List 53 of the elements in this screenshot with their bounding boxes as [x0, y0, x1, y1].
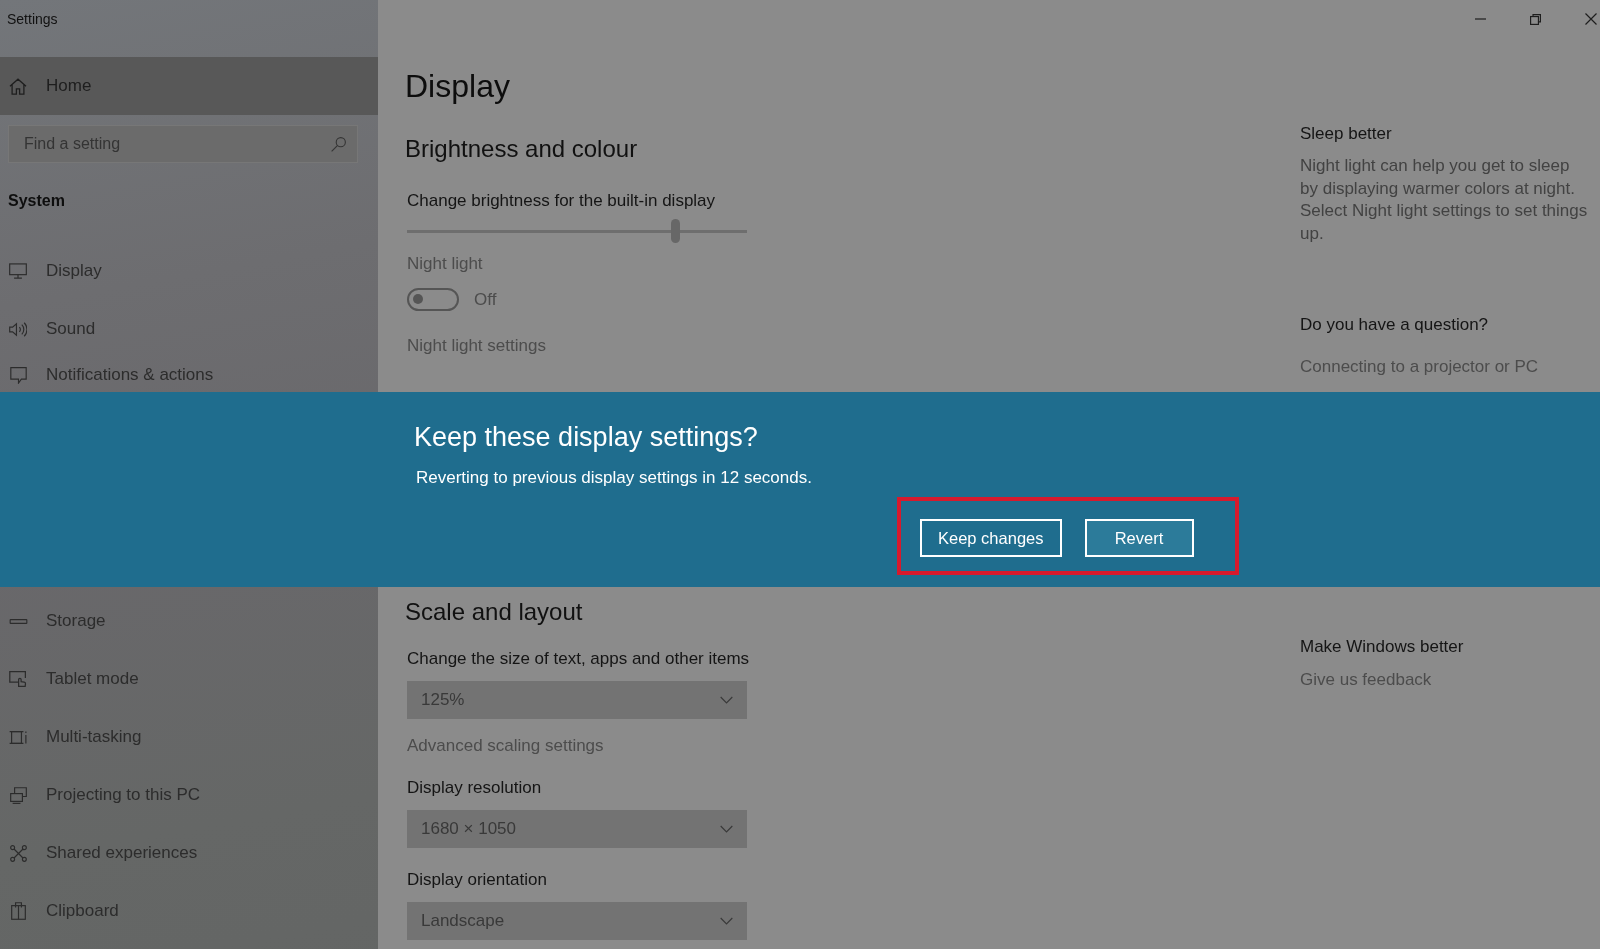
aside-heading: Sleep better [1300, 124, 1392, 144]
dropdown[interactable]: 1680 × 1050 [407, 810, 747, 848]
close-icon[interactable] [1585, 13, 1597, 25]
clipboard-icon [10, 902, 26, 920]
speaker-icon [9, 321, 27, 337]
panels-icon [9, 730, 27, 744]
section-heading: Brightness and colour [405, 134, 638, 164]
page-title: Display [405, 67, 510, 106]
nav-item[interactable]: Projecting to this PC [0, 766, 378, 824]
tablet-touch-icon [9, 671, 27, 687]
chevron-down-icon [720, 825, 733, 833]
nav-item[interactable]: Shared experiences [0, 824, 378, 882]
aside-heading: Make Windows better [1300, 637, 1464, 657]
section-heading: Scale and layout [405, 597, 583, 627]
monitor-icon [9, 263, 27, 279]
dropdown[interactable]: Landscape [407, 902, 747, 940]
chevron-down-icon [720, 917, 733, 925]
field-label: Display resolution [407, 778, 542, 798]
home-icon [9, 77, 27, 95]
field-label: Change brightness for the built-in display [407, 191, 716, 211]
chevron-down-icon [720, 696, 733, 704]
nav-item[interactable]: Display [0, 242, 378, 300]
dropdown[interactable]: 125% [407, 681, 747, 719]
speech-bubble-icon [9, 366, 27, 384]
connected-nodes-icon [9, 844, 27, 862]
nav-item[interactable]: Storage [0, 592, 378, 650]
nav-item[interactable]: Sound [0, 300, 378, 358]
nav-item[interactable]: Notifications & actions [0, 358, 378, 392]
toggle-state-text: Off [474, 289, 497, 310]
dialog-button[interactable]: Revert [1084, 519, 1194, 557]
dialog-title: Keep these display settings? [414, 421, 758, 454]
restore-icon[interactable] [1530, 13, 1541, 25]
aside-heading: Do you have a question? [1300, 315, 1489, 335]
window-title: Settings [7, 11, 58, 28]
slider-thumb[interactable] [671, 219, 681, 243]
field-label: Night light [407, 254, 483, 274]
field-label: Display orientation [407, 870, 547, 890]
nav-item[interactable]: Multi-tasking [0, 708, 378, 766]
nav-item[interactable]: Tablet mode [0, 650, 378, 708]
nav-item[interactable]: Home [0, 57, 378, 115]
nav-item[interactable]: Clipboard [0, 882, 378, 940]
help-link[interactable]: Give us feedback [1300, 670, 1432, 690]
search-icon[interactable] [331, 137, 346, 152]
dialog-button[interactable]: Keep changes [920, 519, 1062, 557]
settings-link[interactable]: Advanced scaling settings [407, 736, 604, 756]
field-label: Change the size of text, apps and other items [407, 649, 750, 669]
aside-text: Night light can help you get to sleep by displaying warmer colors at night. Select Night light settings to set things up. [1300, 155, 1589, 245]
dialog-message: Reverting to previous display settings in 12 seconds. [416, 468, 812, 488]
help-link[interactable]: Connecting to a projector or PC [1300, 357, 1539, 377]
screens-icon [9, 786, 27, 804]
section-heading: System [8, 191, 65, 211]
settings-link[interactable]: Night light settings [407, 336, 546, 356]
drive-icon [8, 618, 28, 624]
